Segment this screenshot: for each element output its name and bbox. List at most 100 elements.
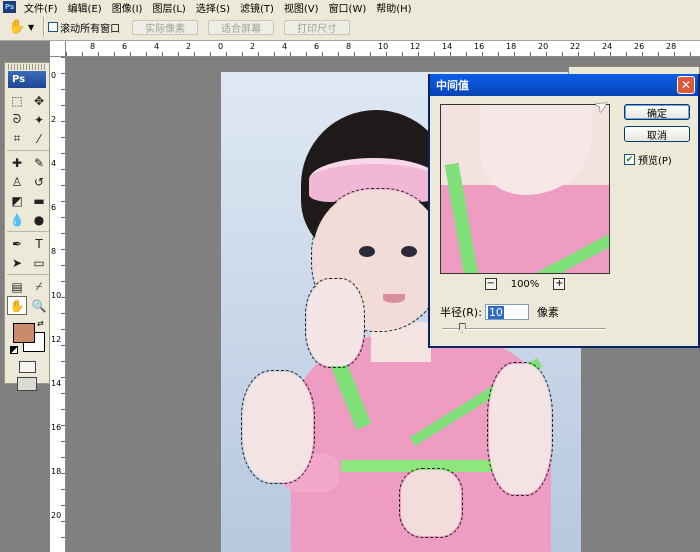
ruler-tick-label: 6 [122, 42, 128, 51]
notes-tool[interactable]: ▤ [7, 277, 27, 296]
tool-separator [7, 274, 49, 275]
vertical-ruler[interactable]: 0 2 4 6 8 10 12 14 16 18 20 [50, 57, 66, 552]
eyedropper-tool[interactable]: ⌿ [29, 277, 49, 296]
radius-value: 10 [487, 305, 504, 319]
ruler-tick-label: 14 [51, 379, 62, 388]
ruler-tick-label: 18 [506, 42, 517, 51]
ruler-tick-label: 10 [51, 291, 62, 300]
options-separator [43, 17, 46, 37]
menu-item[interactable]: 图层(L) [148, 0, 191, 15]
ruler-tick-label: 2 [51, 115, 57, 124]
menu-item[interactable]: 帮助(H) [372, 0, 417, 15]
hand-tool[interactable]: ✋ [7, 296, 27, 315]
horizontal-ruler[interactable]: 8 6 4 2 0 2 4 6 8 10 12 14 16 18 20 22 24 26 28 [66, 41, 700, 57]
ruler-tick-label: 10 [378, 42, 389, 51]
zoom-in-button[interactable]: + [553, 278, 566, 290]
healing-brush-tool[interactable]: ✚ [7, 153, 27, 172]
color-swatches: ⇄ [7, 319, 47, 359]
menu-item[interactable]: 文件(F) [20, 0, 64, 15]
path-selection-tool[interactable]: ➤ [7, 253, 27, 272]
fit-screen-button[interactable]: 适合屏幕 [208, 19, 275, 35]
actual-pixels-button[interactable]: 实际像素 [132, 19, 199, 35]
default-colors-icon[interactable] [10, 346, 18, 354]
radius-label: 半径(R): [440, 306, 482, 319]
ruler-tick-label: 14 [442, 42, 453, 51]
ruler-origin[interactable] [50, 41, 66, 57]
ruler-tick-label: 8 [90, 42, 96, 51]
menu-item[interactable]: 编辑(E) [64, 0, 108, 15]
ruler-tick-label: 0 [51, 71, 57, 80]
photoshop-app-icon[interactable]: Ps [3, 1, 16, 13]
menu-item[interactable]: 窗口(W) [325, 0, 373, 15]
right-hand-selection [399, 468, 463, 538]
pen-tool[interactable]: ✒ [7, 234, 27, 253]
magic-wand-tool[interactable]: ✦ [29, 110, 49, 129]
radius-slider-thumb[interactable] [458, 323, 466, 333]
ruler-tick-label: 6 [314, 42, 320, 51]
radius-slider[interactable] [442, 323, 606, 333]
toolbox-grip[interactable] [8, 64, 46, 70]
tool-grid: ⬚ ✥ ᘐ ✦ ⌗ ⁄ ✚ ✎ ♙ ↺ ◩ ▬ 💧 ● ✒ T ➤ ▭ ▤ ⌿ ✋ 🔍 [5, 91, 49, 315]
gradient-tool[interactable]: ▬ [29, 191, 49, 210]
ruler-tick-label: 8 [51, 247, 57, 256]
move-tool[interactable]: ✥ [29, 91, 49, 110]
preview-trim [479, 208, 609, 273]
quick-mask-mode-button[interactable] [18, 361, 36, 373]
lasso-tool[interactable]: ᘐ [7, 110, 27, 129]
ruler-tick-label: 2 [250, 42, 256, 51]
dialog-title: 中间值 [436, 79, 469, 92]
ruler-tick-label: 16 [474, 42, 485, 51]
ruler-tick-label: 4 [154, 42, 160, 51]
shape-tool[interactable]: ▭ [29, 253, 49, 272]
zoom-out-button[interactable]: − [484, 278, 497, 290]
preset-dropdown-caret-icon[interactable]: ▼ [28, 23, 34, 32]
preview-option: ✔ 预览(P) [624, 152, 672, 167]
dialog-title-bar[interactable]: 中间值 ✕ [430, 74, 698, 96]
type-tool[interactable]: T [29, 234, 49, 253]
slice-tool[interactable]: ⁄ [29, 129, 49, 148]
right-eye [401, 246, 417, 257]
brush-tool[interactable]: ✎ [29, 153, 49, 172]
mouth [383, 294, 405, 303]
menu-item[interactable]: 滤镜(T) [236, 0, 280, 15]
ruler-tick-label: 28 [666, 42, 677, 51]
ruler-tick-label: 22 [570, 42, 581, 51]
clone-stamp-tool[interactable]: ♙ [7, 172, 27, 191]
ruler-tick-label: 24 [602, 42, 613, 51]
toolbox-logo[interactable]: Ps [8, 71, 46, 88]
quick-mask-row [5, 361, 49, 373]
crop-tool[interactable]: ⌗ [7, 129, 27, 148]
swap-colors-icon[interactable]: ⇄ [37, 319, 44, 328]
menu-bar: Ps 文件(F) 编辑(E) 图像(I) 图层(L) 选择(S) 滤镜(T) 视图(V) 窗口… [0, 0, 700, 15]
radius-input[interactable]: 10 [484, 304, 529, 320]
ruler-tick-label: 0 [218, 42, 224, 51]
foreground-color-swatch[interactable] [13, 323, 35, 343]
preview-checkbox[interactable]: ✔ [624, 154, 635, 165]
eraser-tool[interactable]: ◩ [7, 191, 27, 210]
toolbox-panel: Ps ⬚ ✥ ᘐ ✦ ⌗ ⁄ ✚ ✎ ♙ ↺ ◩ ▬ 💧 ● ✒ T ➤ ▭ ▤ ⌿ ✋ 🔍 ⇄ [4, 62, 50, 391]
right-arm-selection [487, 362, 553, 496]
zoom-level: 100% [510, 278, 540, 290]
radius-row: 半径(R): 10 像素 [440, 304, 559, 320]
tool-separator [7, 150, 49, 151]
screen-mode-button[interactable] [17, 377, 37, 391]
ruler-tick-label: 26 [634, 42, 645, 51]
print-size-button[interactable]: 打印尺寸 [284, 19, 351, 35]
marquee-tool[interactable]: ⬚ [7, 91, 27, 110]
blur-tool[interactable]: 💧 [7, 210, 27, 229]
hand-tool-preset-icon[interactable]: ✋ [6, 17, 28, 37]
dodge-tool[interactable]: ● [29, 210, 49, 229]
cancel-button[interactable]: 取消 [624, 126, 690, 142]
history-brush-tool[interactable]: ↺ [29, 172, 49, 191]
ruler-tick-label: 4 [282, 42, 288, 51]
ruler-tick-label: 12 [410, 42, 421, 51]
zoom-tool[interactable]: 🔍 [29, 296, 49, 315]
menu-item[interactable]: 选择(S) [192, 0, 236, 15]
menu-item[interactable]: 视图(V) [280, 0, 325, 15]
ok-button[interactable]: 确定 [624, 104, 690, 120]
menu-item[interactable]: 图像(I) [108, 0, 149, 15]
scroll-all-windows-checkbox[interactable] [48, 22, 59, 32]
ruler-tick-label: 12 [51, 335, 62, 344]
close-icon[interactable]: ✕ [677, 76, 695, 94]
filter-preview[interactable] [440, 104, 610, 274]
